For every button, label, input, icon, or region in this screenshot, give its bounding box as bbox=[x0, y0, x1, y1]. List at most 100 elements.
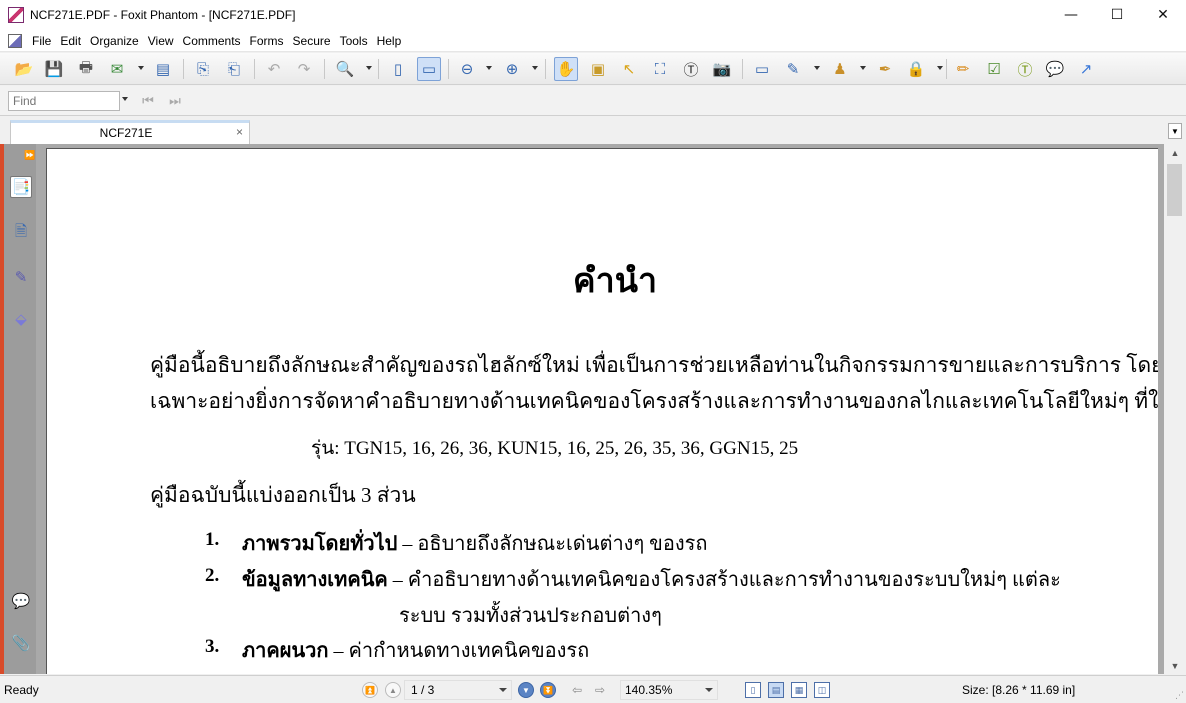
fit-page-icon[interactable]: ▯ bbox=[386, 57, 410, 81]
find-input[interactable] bbox=[8, 91, 120, 111]
toolbar-separator bbox=[946, 59, 947, 79]
next-view-icon[interactable]: ⇨ bbox=[592, 682, 608, 698]
zoom-in-icon[interactable]: ⊕ bbox=[500, 57, 524, 81]
zoom-tool-icon[interactable]: 🔍 bbox=[333, 57, 357, 81]
page-heading: คำนำ bbox=[572, 263, 658, 300]
menu-organize[interactable]: Organize bbox=[88, 30, 146, 52]
maximize-button[interactable]: ☐ bbox=[1094, 0, 1140, 30]
bookmarks-icon[interactable]: 📑 bbox=[10, 176, 32, 198]
document-view[interactable]: คำนำ คู่มือนี้อธิบายถึงลักษณะสำคัญของรถไ… bbox=[36, 144, 1164, 674]
redo-icon[interactable]: ↷ bbox=[292, 57, 316, 81]
export-pages-icon[interactable]: ⎘ bbox=[191, 57, 215, 81]
stamp-dropdown-icon[interactable] bbox=[860, 66, 866, 70]
page-number-value: 1 / 3 bbox=[411, 683, 435, 697]
menu-secure[interactable]: Secure bbox=[291, 30, 338, 52]
menu-view[interactable]: View bbox=[146, 30, 181, 52]
scroll-up-icon[interactable]: ▲ bbox=[1164, 144, 1186, 161]
zoom-level-value: 140.35% bbox=[625, 683, 673, 697]
print-icon[interactable]: 🖶 bbox=[74, 57, 98, 81]
signatures-icon[interactable]: ⬙ bbox=[10, 308, 32, 330]
zoom-level-field[interactable]: 140.35% bbox=[620, 680, 718, 700]
text-select-icon[interactable]: ▣ bbox=[586, 57, 610, 81]
comments-panel-icon[interactable]: 💬 bbox=[10, 590, 32, 612]
minimize-button[interactable]: — bbox=[1048, 0, 1094, 30]
stamp-icon[interactable]: ♟ bbox=[828, 57, 852, 81]
zoom-dropdown-icon[interactable] bbox=[705, 688, 713, 692]
zoom-out-dropdown-icon[interactable] bbox=[486, 66, 492, 70]
arrow-annotation-icon[interactable]: ↗ bbox=[1074, 57, 1098, 81]
menu-tools[interactable]: Tools bbox=[338, 30, 375, 52]
save-icon[interactable]: 💾 bbox=[42, 57, 66, 81]
layers-icon[interactable]: ✎ bbox=[10, 266, 32, 288]
note-comment-icon[interactable]: 💬 bbox=[1043, 57, 1067, 81]
tab-list-dropdown-icon[interactable]: ▼ bbox=[1168, 123, 1182, 139]
form-field-icon[interactable]: ▭ bbox=[750, 57, 774, 81]
find-binoculars-icon[interactable]: ⛶ bbox=[648, 57, 672, 81]
scan-icon[interactable]: ▤ bbox=[151, 57, 175, 81]
checklist-icon[interactable]: ☑ bbox=[982, 57, 1006, 81]
security-dropdown-icon[interactable] bbox=[937, 66, 943, 70]
menu-help[interactable]: Help bbox=[375, 30, 409, 52]
find-next-icon[interactable]: ⏭ bbox=[163, 89, 187, 113]
pdf-page[interactable]: คำนำ คู่มือนี้อธิบายถึงลักษณะสำคัญของรถไ… bbox=[46, 148, 1158, 674]
continuous-facing-view-icon[interactable]: ◫ bbox=[814, 682, 830, 698]
text-box-icon[interactable]: Ⓣ bbox=[1013, 57, 1037, 81]
scrollbar-thumb[interactable] bbox=[1167, 164, 1182, 216]
document-tab[interactable]: NCF271E × bbox=[10, 120, 250, 144]
list-number: 1. bbox=[205, 529, 220, 550]
email-dropdown-icon[interactable] bbox=[138, 66, 144, 70]
close-button[interactable]: ✕ bbox=[1140, 0, 1186, 30]
tab-close-icon[interactable]: × bbox=[236, 125, 243, 139]
resize-grip-icon[interactable]: ⋰ bbox=[1175, 690, 1184, 701]
menu-edit[interactable]: Edit bbox=[58, 30, 88, 52]
previous-view-icon[interactable]: ⇦ bbox=[569, 682, 585, 698]
last-page-icon[interactable]: ⏬ bbox=[540, 682, 556, 698]
vertical-scrollbar[interactable]: ▲ ▼ bbox=[1164, 144, 1186, 674]
main-toolbar: 📂 💾 🖶 ✉ ▤ ⎘ ⎗ ↶ ↷ 🔍 ▯ ▭ ⊖ ⊕ ✋ ▣ ↖ ⛶ Ⓣ 📷 … bbox=[0, 53, 1186, 85]
snapshot-camera-icon[interactable]: 📷 bbox=[710, 57, 734, 81]
find-dropdown-icon[interactable] bbox=[122, 97, 128, 101]
menu-forms[interactable]: Forms bbox=[248, 30, 291, 52]
attachments-icon[interactable]: 📎 bbox=[10, 632, 32, 654]
edit-form-icon[interactable]: ✎ bbox=[781, 57, 805, 81]
list-item: ภาคผนวก – ค่ากำหนดทางเทคนิคของรถ bbox=[242, 634, 589, 666]
fit-width-icon[interactable]: ▭ bbox=[417, 57, 441, 81]
undo-icon[interactable]: ↶ bbox=[262, 57, 286, 81]
pages-thumbnail-icon[interactable]: 🗎 bbox=[10, 222, 32, 244]
list-number: 2. bbox=[205, 565, 220, 586]
expand-panel-icon[interactable]: ⏩ bbox=[24, 150, 35, 161]
toolbar-separator bbox=[742, 59, 743, 79]
find-previous-icon[interactable]: ⏮ bbox=[136, 89, 160, 113]
zoom-in-dropdown-icon[interactable] bbox=[532, 66, 538, 70]
single-page-view-icon[interactable]: ▯ bbox=[745, 682, 761, 698]
page-dropdown-icon[interactable] bbox=[499, 688, 507, 692]
zoom-out-icon[interactable]: ⊖ bbox=[455, 57, 479, 81]
menu-comments[interactable]: Comments bbox=[181, 30, 248, 52]
previous-page-icon[interactable]: ▲ bbox=[385, 682, 401, 698]
select-arrow-icon[interactable]: ↖ bbox=[617, 57, 641, 81]
facing-view-icon[interactable]: ▦ bbox=[791, 682, 807, 698]
toolbar-separator bbox=[183, 59, 184, 79]
document-menu-icon[interactable] bbox=[8, 33, 22, 48]
zoom-tool-dropdown-icon[interactable] bbox=[366, 66, 372, 70]
typewriter-icon[interactable]: Ⓣ bbox=[679, 57, 703, 81]
page-number-field[interactable]: 1 / 3 bbox=[404, 680, 512, 700]
sign-pen-icon[interactable]: ✒ bbox=[873, 57, 897, 81]
open-folder-icon[interactable]: 📂 bbox=[12, 57, 36, 81]
find-toolbar: ⏮ ⏭ bbox=[0, 86, 1186, 116]
document-tab-bar: NCF271E × ▼ bbox=[0, 118, 1186, 144]
sections-intro: คู่มือฉบับนี้แบ่งออกเป็น 3 ส่วน bbox=[150, 483, 416, 507]
email-icon[interactable]: ✉ bbox=[105, 57, 129, 81]
first-page-icon[interactable]: ⏫ bbox=[362, 682, 378, 698]
pencil-annotation-icon[interactable]: ✏ bbox=[951, 57, 975, 81]
security-lock-icon[interactable]: 🔒 bbox=[904, 57, 928, 81]
continuous-view-icon[interactable]: ▤ bbox=[768, 682, 784, 698]
menu-file[interactable]: File bbox=[30, 30, 58, 52]
insert-pages-icon[interactable]: ⎗ bbox=[222, 57, 246, 81]
edit-form-dropdown-icon[interactable] bbox=[814, 66, 820, 70]
hand-tool-icon[interactable]: ✋ bbox=[554, 57, 578, 81]
next-page-icon[interactable]: ▼ bbox=[518, 682, 534, 698]
scroll-down-icon[interactable]: ▼ bbox=[1164, 657, 1186, 674]
list-item-heading: ข้อมูลทางเทคนิค bbox=[242, 569, 388, 591]
toolbar-separator bbox=[545, 59, 546, 79]
